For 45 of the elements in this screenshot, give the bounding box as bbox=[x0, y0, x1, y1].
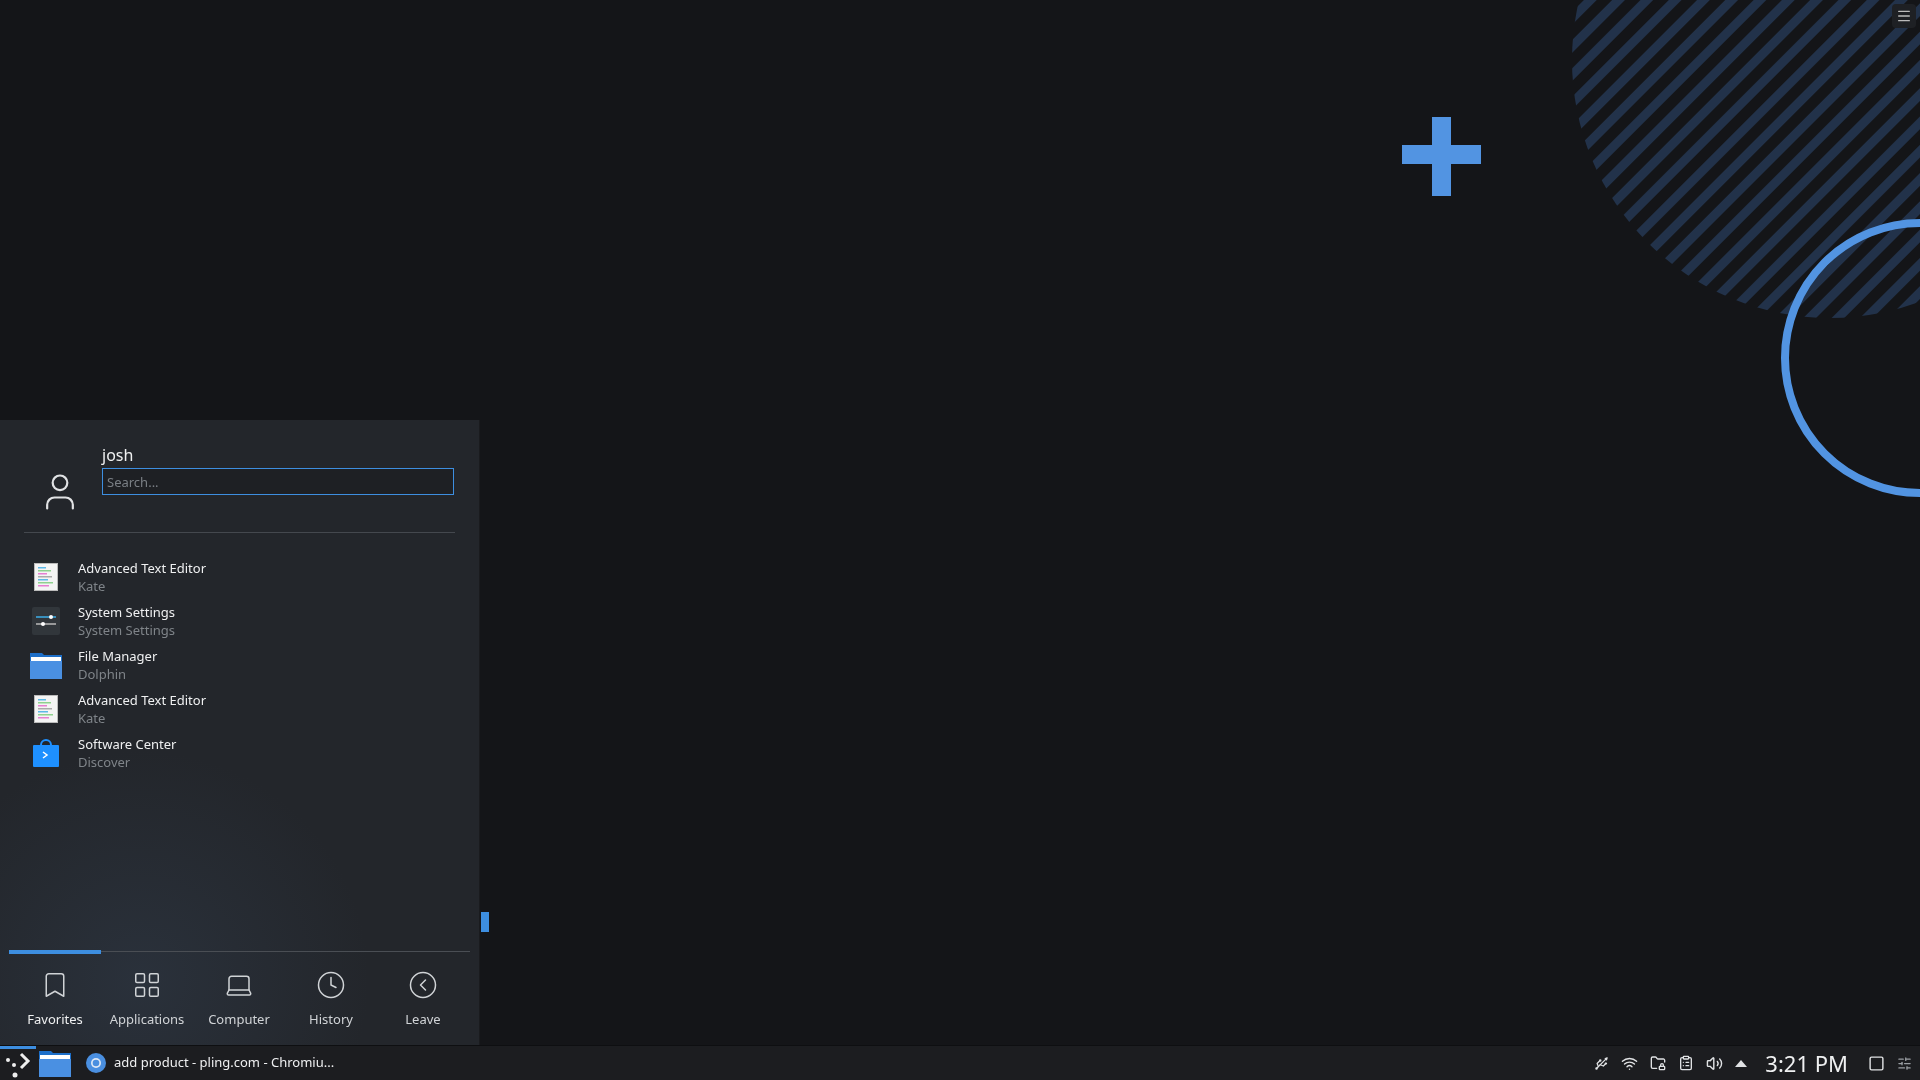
clock[interactable]: 3:21 PM bbox=[1765, 1046, 1848, 1080]
caret-up-icon[interactable] bbox=[1735, 1059, 1748, 1067]
shopping-bag-icon bbox=[33, 739, 59, 767]
launcher-icon bbox=[5, 1051, 31, 1078]
app-name: Advanced Text Editor bbox=[78, 691, 207, 709]
app-subtitle: Kate bbox=[78, 577, 107, 595]
app-name: System Settings bbox=[78, 603, 176, 621]
tab[interactable]: Leave bbox=[377, 950, 469, 1045]
panel-handle bbox=[481, 912, 489, 932]
app-subtitle: Kate bbox=[78, 709, 107, 727]
app-item[interactable]: File Manager Dolphin bbox=[28, 643, 451, 687]
menu-button[interactable] bbox=[1892, 4, 1916, 28]
tab[interactable]: History bbox=[285, 950, 377, 1045]
user-name: josh bbox=[102, 444, 135, 466]
folder-icon bbox=[39, 1049, 71, 1077]
document-icon bbox=[34, 563, 58, 591]
folder-lock-icon[interactable] bbox=[1650, 1055, 1667, 1071]
back-icon bbox=[408, 970, 438, 1000]
search-field[interactable]: Search... bbox=[102, 468, 454, 495]
app-subtitle: System Settings bbox=[78, 621, 176, 639]
show-desktop-icon[interactable] bbox=[1868, 1054, 1885, 1072]
usb-icon[interactable] bbox=[1594, 1055, 1610, 1071]
app-subtitle: Dolphin bbox=[78, 665, 128, 683]
document-icon bbox=[34, 695, 58, 723]
clipboard-icon[interactable] bbox=[1678, 1055, 1695, 1071]
task-button[interactable]: add product - pling.com - Chromiu... bbox=[82, 1046, 339, 1080]
browser-icon bbox=[86, 1053, 106, 1073]
tab[interactable]: Computer bbox=[193, 950, 285, 1045]
app-name: Software Center bbox=[78, 735, 177, 753]
app-item[interactable]: Advanced Text Editor Kate bbox=[28, 687, 451, 731]
grid-icon bbox=[132, 970, 162, 1000]
volume-icon[interactable] bbox=[1706, 1054, 1724, 1072]
app-name: Advanced Text Editor bbox=[78, 559, 207, 577]
launcher-button[interactable] bbox=[0, 1046, 36, 1080]
app-item[interactable]: System Settings System Settings bbox=[28, 599, 451, 643]
clock-icon bbox=[316, 970, 346, 1000]
menu-icon bbox=[1896, 8, 1912, 24]
app-name: File Manager bbox=[78, 647, 158, 665]
app-item[interactable]: Software Center Discover bbox=[28, 731, 451, 775]
app-item[interactable]: Advanced Text Editor Kate bbox=[28, 555, 451, 599]
app-subtitle: Discover bbox=[78, 753, 132, 771]
settings-icon[interactable] bbox=[1897, 1055, 1912, 1071]
folder-icon bbox=[30, 651, 62, 679]
tab[interactable]: Applications bbox=[101, 950, 193, 1045]
sliders-icon bbox=[32, 607, 60, 635]
